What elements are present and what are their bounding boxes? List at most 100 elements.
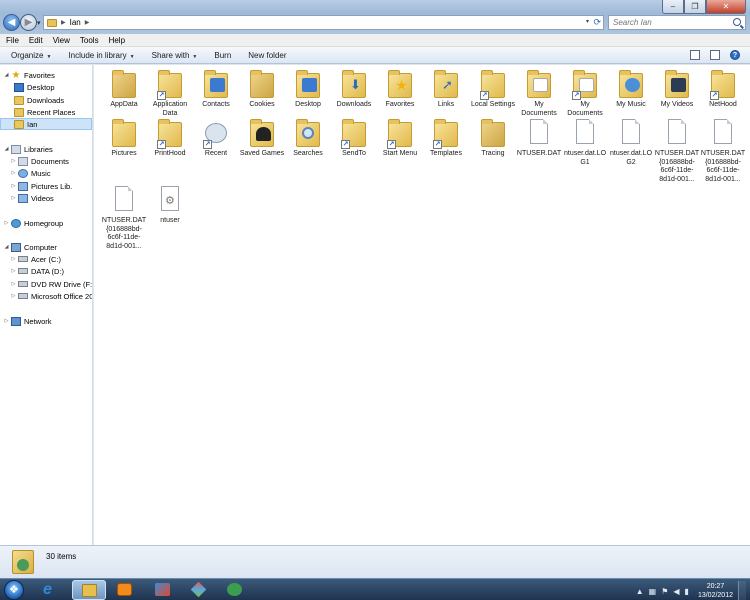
file-ntuser-ini[interactable]: ntuser	[147, 184, 193, 226]
change-view-icon[interactable]	[690, 50, 700, 60]
expand-arrow-icon[interactable]: ▷	[10, 293, 17, 299]
folder-appdata[interactable]: AppData	[101, 68, 147, 110]
maximize-button[interactable]: ❐	[684, 0, 706, 14]
chevron-right-icon[interactable]: ▶	[85, 19, 90, 26]
folder-application-data[interactable]: ↗ Application Data	[147, 68, 193, 118]
search-input[interactable]	[609, 16, 724, 29]
collapse-arrow-icon[interactable]: ◢	[3, 244, 10, 250]
expand-arrow-icon[interactable]: ▷	[10, 256, 17, 262]
file-ntuser-log1[interactable]: ntuser.dat.LOG1	[562, 117, 608, 167]
network-tray-icon[interactable]: ▦	[649, 587, 657, 596]
folder-contacts[interactable]: Contacts	[193, 68, 239, 110]
power-icon[interactable]: ▮	[685, 587, 689, 596]
folder-recent[interactable]: ↗ Recent	[193, 117, 239, 159]
show-desktop-button[interactable]	[738, 581, 746, 600]
folder-cookies[interactable]: Cookies	[239, 68, 285, 110]
nav-office-drive[interactable]: ▷ Microsoft Office 201	[10, 290, 92, 302]
file-ntuser-tm-2[interactable]: NTUSER.DAT{016888bd-6c6f-11de-8d1d-001..…	[700, 117, 746, 184]
volume-icon[interactable]: ◀	[673, 587, 679, 596]
taskbar-paint[interactable]	[146, 580, 180, 600]
folder-local-settings[interactable]: ↗ Local Settings	[470, 68, 516, 110]
nav-homegroup[interactable]: ▷ Homegroup	[3, 217, 63, 229]
folder-nethood[interactable]: ↗ NetHood	[700, 68, 746, 110]
nav-documents[interactable]: ▷ Documents	[10, 155, 69, 167]
folder-saved-games[interactable]: Saved Games	[239, 117, 285, 159]
taskbar-games[interactable]	[182, 580, 216, 600]
expand-arrow-icon[interactable]: ▷	[10, 281, 17, 287]
nav-drive-c[interactable]: ▷ Acer (C:)	[10, 253, 61, 265]
taskbar-windows-explorer[interactable]	[72, 580, 106, 600]
file-ntuser-log2[interactable]: ntuser.dat.LOG2	[608, 117, 654, 167]
nav-favorites[interactable]: ◢ ★ Favorites	[3, 69, 55, 81]
folder-templates[interactable]: ↗ Templates	[423, 117, 469, 159]
recent-pages-dropdown[interactable]: ▾	[37, 19, 41, 27]
folder-printhood[interactable]: ↗ PrintHood	[147, 117, 193, 159]
burn-button[interactable]: Burn	[214, 51, 231, 60]
expand-arrow-icon[interactable]: ▷	[10, 195, 17, 201]
back-button[interactable]: ◀	[3, 14, 20, 31]
nav-drive-d[interactable]: ▷ DATA (D:)	[10, 265, 65, 277]
expand-arrow-icon[interactable]: ▷	[3, 318, 10, 324]
preview-pane-icon[interactable]	[710, 50, 720, 60]
include-in-library-button[interactable]: Include in library ▼	[68, 51, 134, 60]
nav-libraries[interactable]: ◢ Libraries	[3, 143, 53, 155]
folder-sendto[interactable]: ↗ SendTo	[331, 117, 377, 159]
flag-icon[interactable]: ⚑	[661, 587, 668, 596]
menu-tools[interactable]: Tools	[80, 36, 99, 45]
nav-dvd-drive[interactable]: ▷ DVD RW Drive (F:) Pr	[10, 278, 92, 290]
breadcrumb-ian[interactable]: Ian	[70, 18, 81, 27]
address-bar[interactable]: ▶ Ian ▶ ▾ ⟳	[43, 15, 604, 30]
folder-start-menu[interactable]: ↗ Start Menu	[377, 117, 423, 159]
taskbar-media-player[interactable]	[108, 580, 142, 600]
collapse-arrow-icon[interactable]: ◢	[3, 146, 10, 152]
collapse-arrow-icon[interactable]: ◢	[3, 72, 10, 78]
menu-edit[interactable]: Edit	[29, 36, 43, 45]
nav-ian[interactable]: Ian	[0, 118, 92, 130]
address-dropdown-icon[interactable]: ▾	[586, 18, 589, 25]
menu-file[interactable]: File	[6, 36, 19, 45]
taskbar-messenger[interactable]	[218, 580, 252, 600]
minimize-button[interactable]: –	[662, 0, 684, 14]
share-with-button[interactable]: Share with ▼	[152, 51, 198, 60]
folder-my-videos[interactable]: My Videos	[654, 68, 700, 110]
folder-desktop[interactable]: Desktop	[285, 68, 331, 110]
folder-my-music[interactable]: My Music	[608, 68, 654, 110]
nav-recent-places[interactable]: Recent Places	[13, 106, 75, 118]
folder-links[interactable]: ➚ Links	[423, 68, 469, 110]
expand-arrow-icon[interactable]: ▷	[10, 183, 17, 189]
close-button[interactable]: ✕	[706, 0, 746, 14]
nav-desktop[interactable]: Desktop	[13, 81, 55, 93]
search-icon[interactable]	[733, 18, 741, 26]
taskbar-internet-explorer[interactable]: e	[34, 580, 68, 600]
chevron-right-icon[interactable]: ▶	[61, 19, 66, 26]
forward-button[interactable]: ▶	[20, 14, 37, 31]
nav-pictures[interactable]: ▷ Pictures Lib.	[10, 180, 72, 192]
new-folder-button[interactable]: New folder	[248, 51, 286, 60]
file-ntuser-dat[interactable]: NTUSER.DAT	[516, 117, 562, 159]
file-ntuser-tm-3[interactable]: NTUSER.DAT{016888bd-6c6f-11de-8d1d-001..…	[101, 184, 147, 251]
expand-arrow-icon[interactable]: ▷	[3, 220, 10, 226]
nav-music[interactable]: ▷ Music	[10, 167, 51, 179]
file-ntuser-tm-1[interactable]: NTUSER.DAT{016888bd-6c6f-11de-8d1d-001..…	[654, 117, 700, 184]
clock[interactable]: 20:27 13/02/2012	[698, 582, 733, 600]
refresh-icon[interactable]: ⟳	[593, 17, 601, 28]
folder-my-documents[interactable]: My Documents	[516, 68, 562, 118]
folder-pictures[interactable]: Pictures	[101, 117, 147, 159]
show-hidden-icons-icon[interactable]: ▲	[636, 587, 644, 596]
start-button[interactable]	[4, 580, 24, 600]
expand-arrow-icon[interactable]: ▷	[10, 268, 17, 274]
help-icon[interactable]: ?	[730, 50, 740, 60]
expand-arrow-icon[interactable]: ▷	[10, 170, 17, 176]
nav-computer[interactable]: ◢ Computer	[3, 241, 57, 253]
shortcut-my-documents[interactable]: ↗ My Documents	[562, 68, 608, 118]
nav-downloads[interactable]: Downloads	[13, 94, 64, 106]
nav-network[interactable]: ▷ Network	[3, 315, 52, 327]
folder-searches[interactable]: Searches	[285, 117, 331, 159]
folder-downloads[interactable]: ⬇ Downloads	[331, 68, 377, 110]
folder-favorites[interactable]: ★ Favorites	[377, 68, 423, 110]
folder-tracing[interactable]: Tracing	[470, 117, 516, 159]
menu-help[interactable]: Help	[109, 36, 125, 45]
expand-arrow-icon[interactable]: ▷	[10, 158, 17, 164]
menu-view[interactable]: View	[53, 36, 70, 45]
organize-button[interactable]: Organize ▼	[11, 51, 51, 60]
